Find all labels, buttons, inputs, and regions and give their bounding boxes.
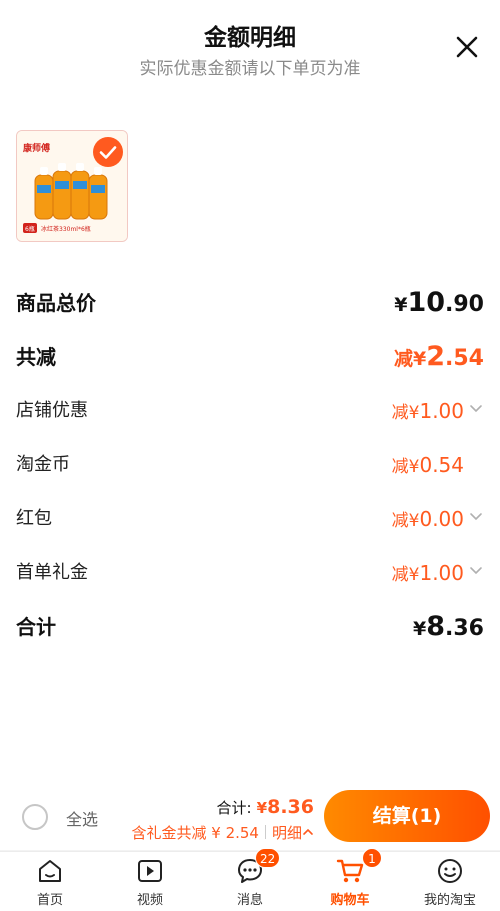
close-icon bbox=[456, 36, 478, 58]
breakdown-amount: 减¥0.00 bbox=[392, 502, 484, 538]
breakdown-label: 店铺优惠 bbox=[16, 400, 88, 421]
breakdown-amount: 减¥2.54 bbox=[393, 341, 484, 372]
breakdown-amount: ¥10.90 bbox=[394, 287, 484, 318]
tab-video[interactable]: 视频 bbox=[100, 852, 200, 911]
message-badge: 22 bbox=[255, 848, 281, 868]
breakdown-label: 红包 bbox=[16, 508, 52, 529]
divider bbox=[264, 825, 266, 839]
breakdown-amount: 减¥1.00 bbox=[392, 556, 484, 592]
discount-text: 含礼金共减 ¥ 2.54 bbox=[131, 824, 259, 842]
checkout-bar: 全选 合计: ¥8.36 含礼金共减 ¥ 2.54 明细 结算(1) bbox=[0, 790, 500, 850]
breakdown-row: 共减 减¥2.54 bbox=[16, 340, 484, 374]
cart-icon bbox=[336, 859, 364, 883]
breakdown-row: 淘金币 减¥0.54 bbox=[16, 448, 484, 482]
total-label: 合计: bbox=[216, 799, 252, 817]
select-all-label[interactable]: 全选 bbox=[66, 806, 98, 830]
bottom-tab-bar: 首页 视频 22 消息 1 购物车 我的淘宝 bbox=[0, 848, 500, 911]
chevron-down-icon[interactable] bbox=[468, 400, 484, 416]
breakdown-row: 商品总价 ¥10.90 bbox=[16, 286, 484, 320]
home-icon bbox=[39, 860, 61, 882]
sheet-title: 金额明细 bbox=[204, 25, 296, 51]
breakdown-row[interactable]: 店铺优惠 减¥1.00 bbox=[16, 394, 484, 428]
product-caption: 冰红茶330ml*6瓶 bbox=[41, 225, 91, 233]
close-button[interactable] bbox=[454, 34, 480, 60]
breakdown-label: 首单礼金 bbox=[16, 562, 88, 583]
tab-label: 购物车 bbox=[330, 893, 370, 908]
chevron-up-icon bbox=[303, 828, 313, 835]
select-all-checkbox[interactable] bbox=[22, 804, 48, 830]
breakdown-row: 合计 ¥8.36 bbox=[16, 610, 484, 644]
breakdown-amount: ¥8.36 bbox=[412, 611, 484, 642]
breakdown-label: 合计 bbox=[16, 615, 56, 639]
product-thumbnail[interactable]: 康师傅 6瓶 冰红茶330ml*6瓶 bbox=[16, 130, 128, 242]
tab-messages[interactable]: 22 消息 bbox=[200, 848, 300, 911]
detail-toggle[interactable]: 明细 bbox=[272, 824, 314, 842]
checkmark-icon bbox=[99, 146, 117, 159]
product-tag: 6瓶 bbox=[25, 225, 35, 233]
discount-summary: 含礼金共减 ¥ 2.54 明细 bbox=[132, 822, 315, 843]
chevron-down-icon[interactable] bbox=[468, 508, 484, 524]
chevron-down-icon[interactable] bbox=[468, 562, 484, 578]
breakdown-label: 共减 bbox=[16, 345, 56, 369]
amount-detail-sheet: 金额明细 实际优惠金额请以下单页为准 康师傅 6瓶 冰红茶330ml*6瓶 商品… bbox=[0, 0, 500, 790]
sheet-subtitle: 实际优惠金额请以下单页为准 bbox=[139, 59, 361, 79]
tab-label: 我的淘宝 bbox=[423, 893, 476, 908]
breakdown-amount: 减¥0.54 bbox=[391, 453, 464, 477]
settle-button[interactable]: 结算(1) bbox=[324, 790, 490, 842]
total-value: ¥8.36 bbox=[256, 796, 314, 818]
breakdown-amount: 减¥1.00 bbox=[392, 394, 484, 430]
video-icon bbox=[138, 860, 162, 882]
breakdown-row[interactable]: 红包 减¥0.00 bbox=[16, 502, 484, 536]
breakdown-label: 淘金币 bbox=[16, 454, 70, 475]
checkout-total: 合计: ¥8.36 bbox=[217, 796, 314, 818]
tab-cart[interactable]: 1 购物车 bbox=[300, 848, 400, 911]
tab-label: 视频 bbox=[136, 893, 163, 908]
tab-label: 消息 bbox=[236, 893, 263, 908]
product-selected-check[interactable] bbox=[93, 137, 123, 167]
breakdown-label: 商品总价 bbox=[16, 291, 96, 315]
breakdown-row[interactable]: 首单礼金 减¥1.00 bbox=[16, 556, 484, 590]
tab-home[interactable]: 首页 bbox=[0, 852, 100, 911]
tab-label: 首页 bbox=[36, 893, 63, 908]
profile-icon bbox=[438, 859, 462, 883]
brand-logo-text: 康师傅 bbox=[23, 142, 50, 154]
tab-profile[interactable]: 我的淘宝 bbox=[400, 852, 500, 911]
cart-badge: 1 bbox=[362, 848, 382, 868]
